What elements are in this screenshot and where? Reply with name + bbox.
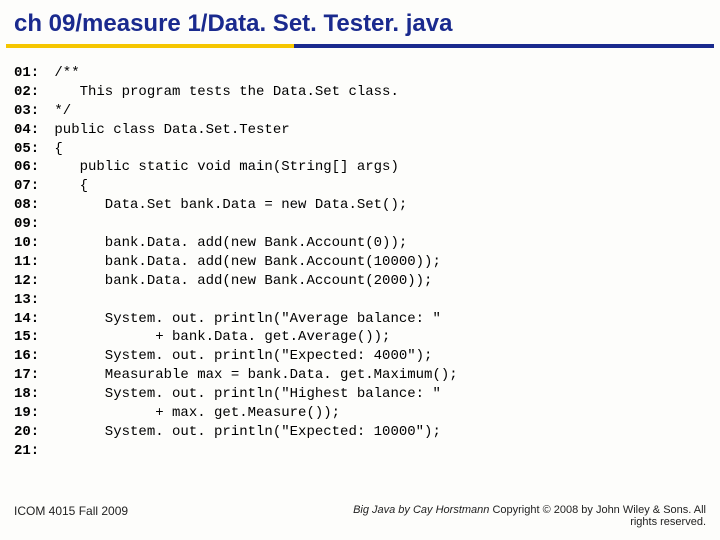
footer: ICOM 4015 Fall 2009 Big Java by Cay Hors… bbox=[0, 504, 720, 528]
code-listing: 01: /**02: This program tests the Data.S… bbox=[0, 64, 720, 461]
code-line: 17: Measurable max = bank.Data. get.Maxi… bbox=[14, 366, 706, 385]
line-number: 13: bbox=[14, 291, 46, 310]
line-number: 11: bbox=[14, 253, 46, 272]
line-number: 02: bbox=[14, 83, 46, 102]
line-text: System. out. println("Average balance: " bbox=[46, 311, 441, 327]
code-line: 09: bbox=[14, 215, 706, 234]
line-text: { bbox=[46, 141, 63, 157]
line-text bbox=[46, 443, 54, 459]
footer-left: ICOM 4015 Fall 2009 bbox=[14, 504, 128, 518]
line-number: 17: bbox=[14, 366, 46, 385]
line-text: /** bbox=[46, 65, 80, 81]
line-number: 18: bbox=[14, 385, 46, 404]
line-text: This program tests the Data.Set class. bbox=[46, 84, 399, 100]
line-text: { bbox=[46, 178, 88, 194]
line-text: System. out. println("Expected: 4000"); bbox=[46, 348, 432, 364]
line-text bbox=[46, 216, 54, 232]
code-line: 20: System. out. println("Expected: 1000… bbox=[14, 423, 706, 442]
line-number: 01: bbox=[14, 64, 46, 83]
slide-title: ch 09/measure 1/Data. Set. Tester. java bbox=[0, 0, 720, 44]
code-line: 16: System. out. println("Expected: 4000… bbox=[14, 347, 706, 366]
code-line: 12: bank.Data. add(new Bank.Account(2000… bbox=[14, 272, 706, 291]
line-text: */ bbox=[46, 103, 71, 119]
code-line: 02: This program tests the Data.Set clas… bbox=[14, 83, 706, 102]
line-number: 05: bbox=[14, 140, 46, 159]
code-line: 06: public static void main(String[] arg… bbox=[14, 158, 706, 177]
line-text: + max. get.Measure()); bbox=[46, 405, 340, 421]
line-text: bank.Data. add(new Bank.Account(2000)); bbox=[46, 273, 432, 289]
code-line: 15: + bank.Data. get.Average()); bbox=[14, 328, 706, 347]
code-line: 04: public class Data.Set.Tester bbox=[14, 121, 706, 140]
line-number: 08: bbox=[14, 196, 46, 215]
line-text: Measurable max = bank.Data. get.Maximum(… bbox=[46, 367, 458, 383]
line-text: public class Data.Set.Tester bbox=[46, 122, 290, 138]
code-line: 03: */ bbox=[14, 102, 706, 121]
code-line: 10: bank.Data. add(new Bank.Account(0)); bbox=[14, 234, 706, 253]
code-line: 19: + max. get.Measure()); bbox=[14, 404, 706, 423]
code-line: 08: Data.Set bank.Data = new Data.Set(); bbox=[14, 196, 706, 215]
footer-right: Big Java by Cay Horstmann Copyright © 20… bbox=[326, 504, 706, 528]
line-number: 03: bbox=[14, 102, 46, 121]
code-line: 05: { bbox=[14, 140, 706, 159]
footer-copyright: Copyright © 2008 by John Wiley & Sons. A… bbox=[492, 504, 706, 528]
line-text: + bank.Data. get.Average()); bbox=[46, 329, 390, 345]
code-line: 07: { bbox=[14, 177, 706, 196]
line-text: public static void main(String[] args) bbox=[46, 159, 399, 175]
line-text: bank.Data. add(new Bank.Account(0)); bbox=[46, 235, 407, 251]
line-number: 09: bbox=[14, 215, 46, 234]
line-number: 10: bbox=[14, 234, 46, 253]
footer-book: Big Java by Cay Horstmann bbox=[353, 504, 492, 516]
code-line: 01: /** bbox=[14, 64, 706, 83]
line-number: 19: bbox=[14, 404, 46, 423]
line-number: 20: bbox=[14, 423, 46, 442]
line-number: 15: bbox=[14, 328, 46, 347]
line-text: System. out. println("Expected: 10000"); bbox=[46, 424, 441, 440]
line-text: System. out. println("Highest balance: " bbox=[46, 386, 441, 402]
line-number: 06: bbox=[14, 158, 46, 177]
line-number: 16: bbox=[14, 347, 46, 366]
code-line: 13: bbox=[14, 291, 706, 310]
code-line: 14: System. out. println("Average balanc… bbox=[14, 310, 706, 329]
line-number: 14: bbox=[14, 310, 46, 329]
code-line: 21: bbox=[14, 442, 706, 461]
line-text: bank.Data. add(new Bank.Account(10000)); bbox=[46, 254, 441, 270]
line-number: 04: bbox=[14, 121, 46, 140]
line-text bbox=[46, 292, 54, 308]
line-number: 12: bbox=[14, 272, 46, 291]
code-line: 18: System. out. println("Highest balanc… bbox=[14, 385, 706, 404]
line-number: 21: bbox=[14, 442, 46, 461]
line-number: 07: bbox=[14, 177, 46, 196]
code-line: 11: bank.Data. add(new Bank.Account(1000… bbox=[14, 253, 706, 272]
title-rule bbox=[0, 44, 720, 52]
line-text: Data.Set bank.Data = new Data.Set(); bbox=[46, 197, 407, 213]
